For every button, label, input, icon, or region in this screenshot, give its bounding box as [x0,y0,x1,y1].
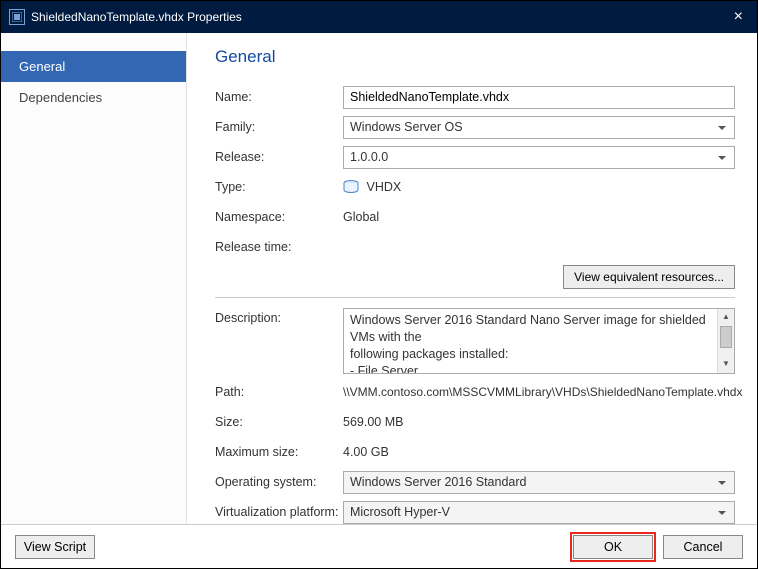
sidebar: General Dependencies [1,33,187,524]
ok-button[interactable]: OK [573,535,653,559]
label-namespace: Namespace: [215,210,343,224]
max-size-value: 4.00 GB [343,445,735,459]
release-select[interactable]: 1.0.0.0 [343,146,735,169]
type-value: VHDX [343,180,735,195]
main-panel: General Name: Family: Windows Server OS … [187,33,757,524]
family-select[interactable]: Windows Server OS [343,116,735,139]
window-title: ShieldedNanoTemplate.vhdx Properties [31,10,242,24]
name-input[interactable] [343,86,735,109]
label-family: Family: [215,120,343,134]
virt-select[interactable]: Microsoft Hyper-V [343,501,735,524]
label-path: Path: [215,385,343,399]
footer: View Script OK Cancel [1,524,757,568]
titlebar: ShieldedNanoTemplate.vhdx Properties × [1,1,757,33]
description-textarea[interactable]: Windows Server 2016 Standard Nano Server… [343,308,735,374]
label-description: Description: [215,308,343,325]
scroll-up-icon[interactable]: ▲ [718,309,734,326]
scroll-down-icon[interactable]: ▼ [718,356,734,373]
cancel-button[interactable]: Cancel [663,535,743,559]
size-value: 569.00 MB [343,415,735,429]
view-script-button[interactable]: View Script [15,535,95,559]
view-equivalent-button[interactable]: View equivalent resources... [563,265,735,289]
label-release-time: Release time: [215,240,343,254]
label-virt: Virtualization platform: [215,505,343,519]
label-type: Type: [215,180,343,194]
label-max-size: Maximum size: [215,445,343,459]
vhdx-icon [343,180,359,194]
divider [215,297,735,298]
close-icon[interactable]: × [728,8,749,26]
description-scrollbar[interactable]: ▲ ▼ [717,309,734,373]
label-release: Release: [215,150,343,164]
sidebar-item-label: Dependencies [19,90,102,105]
label-size: Size: [215,415,343,429]
app-icon [9,9,25,25]
os-select[interactable]: Windows Server 2016 Standard [343,471,735,494]
sidebar-item-dependencies[interactable]: Dependencies [1,82,186,113]
label-name: Name: [215,90,343,104]
sidebar-item-general[interactable]: General [1,51,186,82]
sidebar-item-label: General [19,59,65,74]
path-value: \\VMM.contoso.com\MSSCVMMLibrary\VHDs\Sh… [343,385,742,399]
namespace-value: Global [343,210,735,224]
page-heading: General [215,47,735,67]
label-os: Operating system: [215,475,343,489]
